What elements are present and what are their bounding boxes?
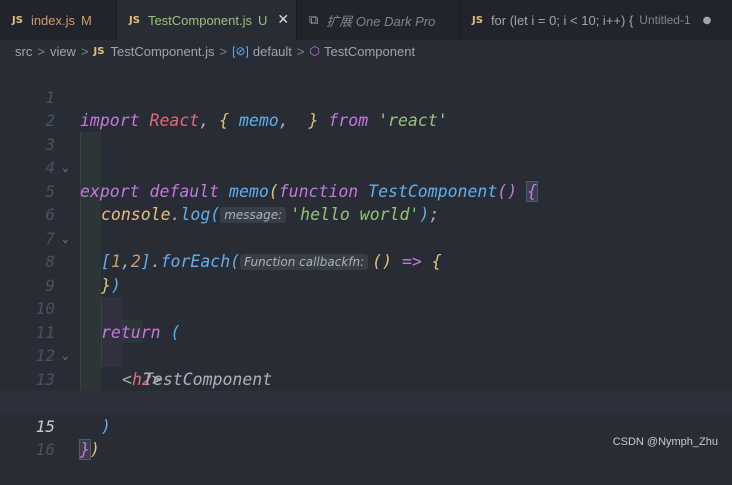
breadcrumb-symbol[interactable]: TestComponent — [324, 44, 415, 59]
code-line[interactable]: 3 ⌄ export default memo(function TestCom… — [0, 109, 732, 202]
extension-icon: ⧉ — [309, 12, 319, 28]
breadcrumb-default[interactable]: default — [253, 44, 292, 59]
tab-extension-one-dark-pro[interactable]: ⧉ 扩展 One Dark Pro — [297, 0, 460, 40]
code-text: }) — [79, 439, 100, 460]
chevron-right-icon: > — [37, 43, 45, 59]
tab-untitled-1[interactable]: JS for (let i = 0; i < 10; i++) { Untitl… — [460, 0, 732, 40]
code-line[interactable]: 8 }) — [0, 227, 732, 295]
tab-label: 扩展 One Dark Pro — [326, 13, 436, 29]
code-line[interactable]: 2 — [0, 86, 732, 130]
tab-label: TestComponent.js — [147, 12, 252, 28]
watermark: CSDN @Nymph_Zhu — [612, 436, 718, 448]
modified-badge: M — [81, 12, 92, 28]
tab-testcomponent-js[interactable]: JS TestComponent.js U ✕ — [117, 0, 297, 40]
javascript-file-icon: JS — [93, 45, 105, 57]
unsaved-dot-icon[interactable]: ● — [703, 15, 712, 26]
symbol-module-icon: [⊘] — [232, 44, 249, 58]
close-icon[interactable]: ✕ — [277, 12, 289, 28]
code-line[interactable]: 13 </h2> — [0, 344, 732, 413]
breadcrumb: src > view > JS TestComponent.js > [⊘] d… — [0, 40, 732, 62]
code-editor[interactable]: 1 import React, { memo, } from 'react' 2… — [0, 62, 732, 460]
code-line[interactable]: 16 — [0, 415, 732, 459]
javascript-file-icon: JS — [472, 14, 483, 26]
chevron-right-icon: > — [296, 43, 305, 59]
tab-label: index.js — [30, 12, 76, 28]
code-line[interactable]: 10 return ( — [0, 274, 732, 342]
code-line[interactable]: 5 console.log(message:'hello world'); — [0, 156, 732, 225]
code-line[interactable]: 11 ⌄ <h2> — [0, 297, 732, 389]
symbol-function-icon: ⬡ — [309, 44, 320, 58]
code-line-current[interactable]: 15 }) — [0, 391, 732, 460]
code-line[interactable]: 1 import React, { memo, } from 'react' — [0, 62, 732, 131]
line-number: 16 — [35, 440, 55, 459]
tab-description: Untitled-1 — [639, 13, 691, 27]
javascript-file-icon: JS — [12, 14, 23, 26]
code-line[interactable]: 9 — [0, 250, 732, 295]
chevron-right-icon: > — [80, 43, 89, 59]
breadcrumb-file[interactable]: TestComponent.js — [110, 44, 214, 59]
code-line[interactable]: 14 ) — [0, 368, 732, 436]
javascript-file-icon: JS — [129, 14, 140, 26]
tab-index-js[interactable]: JS index.js M — [0, 0, 117, 40]
tab-label: for (let i = 0; i < 10; i++) { — [490, 12, 634, 28]
tab-bar: JS index.js M JS TestComponent.js U ✕ ⧉ … — [0, 0, 732, 40]
breadcrumb-view[interactable]: view — [50, 44, 76, 59]
chevron-right-icon: > — [219, 43, 228, 59]
untracked-badge: U — [258, 12, 268, 28]
code-line[interactable]: 12 TestComponent — [0, 321, 732, 389]
code-line[interactable]: 4 — [0, 133, 732, 177]
breadcrumb-src[interactable]: src — [15, 44, 32, 59]
code-line[interactable]: 6 ⌄ [1,2].forEach(Function callbackfn:()… — [0, 180, 732, 271]
code-line[interactable]: 7 — [0, 203, 732, 248]
